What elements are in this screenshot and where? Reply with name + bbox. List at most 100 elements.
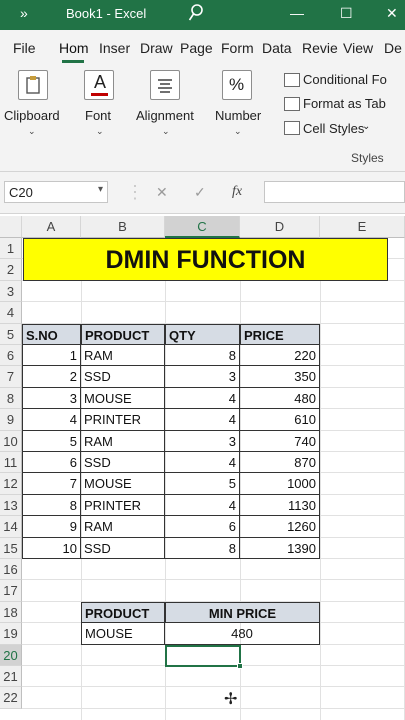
number-label[interactable]: Number [215, 108, 261, 123]
table-sno-cell[interactable]: 5 [22, 430, 81, 452]
table-price-cell[interactable]: 610 [240, 409, 320, 431]
row-header-17[interactable]: 17 [0, 580, 22, 602]
column-header-e[interactable]: E [320, 216, 405, 238]
table-product-cell[interactable]: PRINTER [81, 494, 165, 517]
table-price-cell[interactable]: 480 [240, 387, 320, 410]
insert-function-icon[interactable]: fx [232, 184, 242, 200]
table-product-cell[interactable]: RAM [81, 430, 165, 452]
enter-icon[interactable]: ✓ [194, 184, 206, 201]
active-cell-c20[interactable] [165, 645, 241, 667]
table-price-cell[interactable]: 1260 [240, 516, 320, 538]
criteria-product-header[interactable]: PRODUCT [81, 601, 165, 624]
table-sno-header[interactable]: S.NO [22, 323, 81, 345]
maximize-button[interactable]: ☐ [340, 5, 353, 22]
column-header-c[interactable]: C [165, 216, 240, 238]
row-header-13[interactable]: 13 [0, 494, 22, 517]
column-header-a[interactable]: A [22, 216, 81, 238]
column-header-d[interactable]: D [240, 216, 320, 238]
name-box[interactable]: C20 ▾ [4, 181, 108, 203]
row-header-10[interactable]: 10 [0, 430, 22, 452]
row-header-3[interactable]: 3 [0, 280, 22, 303]
table-sno-cell[interactable]: 10 [22, 537, 81, 559]
row-header-7[interactable]: 7 [0, 366, 22, 388]
font-icon[interactable]: A [84, 70, 114, 100]
tab-page-layout[interactable]: Page [180, 40, 213, 56]
conditional-formatting-button[interactable]: Conditional Fo [303, 72, 387, 87]
table-product-cell[interactable]: MOUSE [81, 473, 165, 495]
table-product-cell[interactable]: RAM [81, 516, 165, 538]
row-header-21[interactable]: 21 [0, 666, 22, 688]
table-sno-cell[interactable]: 7 [22, 473, 81, 495]
table-sno-cell[interactable]: 8 [22, 494, 81, 517]
table-qty-cell[interactable]: 8 [165, 345, 240, 367]
row-header-5[interactable]: 5 [0, 323, 22, 345]
table-price-cell[interactable]: 870 [240, 452, 320, 474]
table-product-cell[interactable]: SSD [81, 537, 165, 559]
row-header-22[interactable]: 22 [0, 687, 22, 709]
table-price-cell[interactable]: 1000 [240, 473, 320, 495]
table-price-cell[interactable]: 350 [240, 366, 320, 388]
clipboard-icon[interactable] [18, 70, 48, 100]
formula-input[interactable] [264, 181, 405, 203]
table-price-cell[interactable]: 740 [240, 430, 320, 452]
table-sno-cell[interactable]: 1 [22, 345, 81, 367]
tab-review[interactable]: Revie [302, 40, 338, 56]
table-sno-cell[interactable]: 9 [22, 516, 81, 538]
row-header-2[interactable]: 2 [0, 259, 22, 281]
table-product-header[interactable]: PRODUCT [81, 323, 165, 345]
table-qty-cell[interactable]: 4 [165, 494, 240, 517]
row-header-12[interactable]: 12 [0, 473, 22, 495]
tab-insert[interactable]: Inser [99, 40, 130, 56]
table-price-cell[interactable]: 220 [240, 345, 320, 367]
format-as-table-icon[interactable] [284, 97, 300, 111]
clipboard-label[interactable]: Clipboard [4, 108, 60, 123]
table-qty-cell[interactable]: 3 [165, 430, 240, 452]
table-sno-cell[interactable]: 2 [22, 366, 81, 388]
table-product-cell[interactable]: SSD [81, 452, 165, 474]
name-box-dropdown-icon[interactable]: ▾ [98, 184, 103, 195]
select-all-corner[interactable] [0, 216, 22, 238]
table-product-cell[interactable]: MOUSE [81, 387, 165, 410]
criteria-product-value[interactable]: MOUSE [81, 623, 165, 645]
column-header-b[interactable]: B [81, 216, 165, 238]
table-sno-cell[interactable]: 4 [22, 409, 81, 431]
row-header-20[interactable]: 20 [0, 644, 22, 666]
row-header-8[interactable]: 8 [0, 387, 22, 410]
table-qty-cell[interactable]: 4 [165, 452, 240, 474]
cell-styles-chevron-icon[interactable]: ⌄ [362, 121, 370, 132]
alignment-chevron-icon[interactable]: ⌄ [162, 126, 170, 137]
close-button[interactable]: ✕ [386, 5, 398, 22]
table-price-cell[interactable]: 1390 [240, 537, 320, 559]
row-header-16[interactable]: 16 [0, 559, 22, 581]
table-qty-header[interactable]: QTY [165, 323, 240, 345]
row-header-11[interactable]: 11 [0, 452, 22, 474]
font-chevron-icon[interactable]: ⌄ [96, 126, 104, 137]
alignment-icon[interactable] [150, 70, 180, 100]
worksheet-grid[interactable]: A B C D E 1 2 3 4 5 6 7 8 9 10 11 12 13 14 15 16 17 18 19 2… [0, 216, 405, 720]
search-icon[interactable] [188, 4, 204, 25]
table-sno-cell[interactable]: 6 [22, 452, 81, 474]
table-qty-cell[interactable]: 6 [165, 516, 240, 538]
min-price-header[interactable]: MIN PRICE [165, 601, 320, 624]
row-header-6[interactable]: 6 [0, 345, 22, 367]
row-header-9[interactable]: 9 [0, 409, 22, 431]
row-header-1[interactable]: 1 [0, 238, 22, 260]
table-qty-cell[interactable]: 4 [165, 409, 240, 431]
cancel-icon[interactable]: ✕ [156, 184, 168, 201]
tab-view[interactable]: View [343, 40, 373, 56]
table-product-cell[interactable]: PRINTER [81, 409, 165, 431]
table-product-cell[interactable]: RAM [81, 345, 165, 367]
alignment-label[interactable]: Alignment [136, 108, 194, 123]
number-format-icon[interactable]: % [222, 70, 252, 100]
minimize-button[interactable]: — [290, 5, 304, 21]
tab-file[interactable]: File [13, 40, 36, 56]
dmin-banner-title[interactable]: DMIN FUNCTION [23, 238, 388, 281]
number-chevron-icon[interactable]: ⌄ [234, 126, 242, 137]
min-price-result[interactable]: 480 [165, 623, 320, 645]
tab-developer[interactable]: De [384, 40, 402, 56]
tab-formulas[interactable]: Form [221, 40, 254, 56]
table-qty-cell[interactable]: 4 [165, 387, 240, 410]
tab-draw[interactable]: Draw [140, 40, 173, 56]
table-qty-cell[interactable]: 8 [165, 537, 240, 559]
font-label[interactable]: Font [85, 108, 111, 123]
